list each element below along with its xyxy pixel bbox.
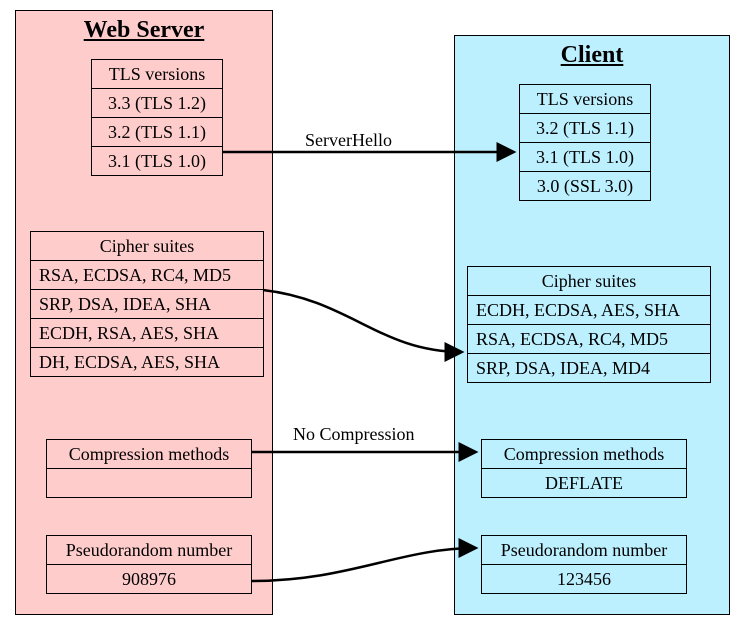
box-row: DH, ECDSA, AES, SHA: [31, 348, 263, 376]
box-row: ECDH, RSA, AES, SHA: [31, 319, 263, 348]
client-tls-box: TLS versions 3.2 (TLS 1.1) 3.1 (TLS 1.0)…: [519, 84, 651, 201]
client-title: Client: [455, 36, 729, 73]
box-header: Pseudorandom number: [482, 536, 686, 565]
box-header: Cipher suites: [468, 267, 710, 296]
client-compression-box: Compression methods DEFLATE: [481, 439, 687, 498]
box-row: DEFLATE: [482, 469, 686, 497]
server-title: Web Server: [16, 11, 272, 48]
client-prn-box: Pseudorandom number 123456: [481, 535, 687, 594]
client-cipher-box: Cipher suites ECDH, ECDSA, AES, SHA RSA,…: [467, 266, 711, 383]
box-row: 3.2 (TLS 1.1): [520, 114, 650, 143]
box-row: 3.3 (TLS 1.2): [92, 89, 222, 118]
arrow-prn: [251, 548, 476, 581]
box-header: TLS versions: [92, 60, 222, 89]
box-row: 123456: [482, 565, 686, 593]
box-header: TLS versions: [520, 85, 650, 114]
box-row: RSA, ECDSA, RC4, MD5: [468, 325, 710, 354]
box-header: Compression methods: [482, 440, 686, 469]
arrow-cipher: [263, 290, 462, 352]
box-row: 3.1 (TLS 1.0): [520, 143, 650, 172]
server-panel: Web Server TLS versions 3.3 (TLS 1.2) 3.…: [15, 10, 273, 615]
client-panel: Client TLS versions 3.2 (TLS 1.1) 3.1 (T…: [454, 35, 730, 615]
no-compression-label: No Compression: [293, 424, 415, 445]
box-row: [47, 469, 251, 497]
box-row: RSA, ECDSA, RC4, MD5: [31, 261, 263, 290]
box-header: Cipher suites: [31, 232, 263, 261]
server-prn-box: Pseudorandom number 908976: [46, 535, 252, 594]
box-row: 908976: [47, 565, 251, 593]
box-header: Compression methods: [47, 440, 251, 469]
box-header: Pseudorandom number: [47, 536, 251, 565]
box-row: 3.2 (TLS 1.1): [92, 118, 222, 147]
box-row: SRP, DSA, IDEA, MD4: [468, 354, 710, 382]
box-row: 3.1 (TLS 1.0): [92, 147, 222, 175]
box-row: 3.0 (SSL 3.0): [520, 172, 650, 200]
server-tls-box: TLS versions 3.3 (TLS 1.2) 3.2 (TLS 1.1)…: [91, 59, 223, 176]
box-row: ECDH, ECDSA, AES, SHA: [468, 296, 710, 325]
server-cipher-box: Cipher suites RSA, ECDSA, RC4, MD5 SRP, …: [30, 231, 264, 377]
box-row: SRP, DSA, IDEA, SHA: [31, 290, 263, 319]
server-compression-box: Compression methods: [46, 439, 252, 498]
server-hello-label: ServerHello: [305, 130, 392, 151]
